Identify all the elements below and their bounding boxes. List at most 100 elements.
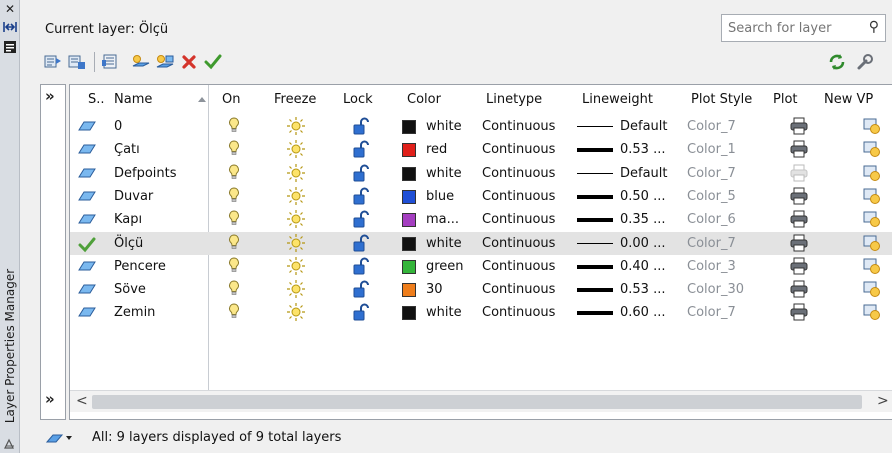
col-name[interactable]: Name: [114, 85, 152, 115]
set-current-icon[interactable]: [202, 52, 224, 72]
plot-printer-icon[interactable]: [789, 234, 808, 252]
refresh-icon[interactable]: [826, 52, 848, 72]
on-bulb-icon[interactable]: [228, 187, 246, 205]
layer-linetype[interactable]: Continuous: [482, 255, 555, 278]
on-bulb-icon[interactable]: [228, 140, 246, 158]
color-swatch[interactable]: [402, 283, 416, 298]
lock-open-icon[interactable]: [351, 164, 369, 182]
new-layer-vp-frozen-icon[interactable]: [154, 52, 176, 72]
freeze-sun-icon[interactable]: [286, 140, 305, 159]
no-plot-printer-icon[interactable]: [789, 164, 808, 182]
layer-name[interactable]: Zemin: [114, 301, 155, 324]
new-group-filter-icon[interactable]: [66, 52, 88, 72]
on-bulb-icon[interactable]: [228, 303, 246, 321]
col-status[interactable]: S..: [88, 85, 105, 115]
layer-name[interactable]: Defpoints: [114, 162, 177, 185]
color-swatch[interactable]: [402, 189, 416, 204]
plot-printer-icon[interactable]: [789, 117, 808, 135]
on-bulb-icon[interactable]: [228, 164, 246, 182]
color-swatch[interactable]: [402, 213, 416, 228]
freeze-sun-icon[interactable]: [286, 210, 305, 229]
lock-open-icon[interactable]: [351, 280, 369, 298]
search-layer-field[interactable]: ⚲: [721, 14, 886, 42]
layer-linetype[interactable]: Continuous: [482, 162, 555, 185]
layer-linetype[interactable]: Continuous: [482, 138, 555, 161]
on-bulb-icon[interactable]: [228, 210, 246, 228]
lock-open-icon[interactable]: [351, 140, 369, 158]
plot-printer-icon[interactable]: [789, 187, 808, 205]
lock-open-icon[interactable]: [351, 187, 369, 205]
freeze-sun-icon[interactable]: [286, 233, 305, 252]
on-bulb-icon[interactable]: [228, 117, 246, 135]
layer-lineweight[interactable]: 0.35 ...: [620, 208, 665, 231]
col-linetype[interactable]: Linetype: [486, 85, 542, 115]
plot-printer-icon[interactable]: [789, 210, 808, 228]
new-vp-freeze-icon[interactable]: [863, 257, 881, 275]
layer-row[interactable]: Defpoints white Continuous Default Color…: [70, 162, 892, 185]
layer-color[interactable]: white: [426, 301, 462, 324]
color-swatch[interactable]: [402, 259, 416, 274]
layer-name[interactable]: Ölçü: [114, 232, 143, 255]
new-vp-freeze-icon[interactable]: [863, 187, 881, 205]
palette-menu-icon[interactable]: [3, 436, 17, 450]
layer-linetype[interactable]: Continuous: [482, 278, 555, 301]
plot-printer-icon[interactable]: [789, 280, 808, 298]
new-vp-freeze-icon[interactable]: [863, 117, 881, 135]
color-swatch[interactable]: [402, 236, 416, 251]
layer-lineweight[interactable]: 0.53 ...: [620, 138, 665, 161]
col-plot[interactable]: Plot: [773, 85, 798, 115]
layer-linetype[interactable]: Continuous: [482, 301, 555, 324]
search-input[interactable]: [728, 20, 856, 36]
layer-name[interactable]: Pencere: [114, 255, 166, 278]
layer-lineweight[interactable]: Default: [620, 162, 668, 185]
col-new-vp-freeze[interactable]: New VP: [824, 85, 873, 115]
col-lineweight[interactable]: Lineweight: [582, 85, 653, 115]
layer-color[interactable]: ma...: [426, 208, 459, 231]
layer-name[interactable]: Söve: [114, 278, 146, 301]
layer-row[interactable]: 0 white Continuous Default Color_7: [70, 115, 892, 138]
new-layer-icon[interactable]: [130, 52, 152, 72]
plot-printer-icon[interactable]: [789, 303, 808, 321]
collapse-filter-tree-icon[interactable]: »: [45, 390, 55, 408]
on-bulb-icon[interactable]: [228, 233, 246, 252]
settings-icon[interactable]: [854, 52, 876, 72]
close-icon[interactable]: ✕: [3, 2, 17, 16]
layer-row[interactable]: Ölçü white Continuous 0.00 ... Color_7: [70, 231, 892, 255]
layer-row[interactable]: Duvar blue Continuous 0.50 ... Color_5: [70, 185, 892, 208]
freeze-sun-icon[interactable]: [286, 280, 305, 299]
freeze-sun-icon[interactable]: [286, 256, 305, 275]
layer-color[interactable]: white: [426, 115, 462, 138]
color-swatch[interactable]: [402, 166, 416, 181]
layer-lineweight[interactable]: 0.60 ...: [620, 301, 665, 324]
layer-states-manager-icon[interactable]: [99, 52, 121, 72]
layer-name[interactable]: 0: [114, 115, 122, 138]
layer-color[interactable]: white: [426, 232, 462, 255]
col-lock[interactable]: Lock: [343, 85, 373, 115]
freeze-sun-icon[interactable]: [286, 186, 305, 205]
layer-row[interactable]: Kapı ma... Continuous 0.35 ... Color_6: [70, 208, 892, 231]
freeze-sun-icon[interactable]: [286, 163, 305, 182]
lock-open-icon[interactable]: [351, 234, 369, 252]
layer-color[interactable]: blue: [426, 185, 454, 208]
layer-linetype[interactable]: Continuous: [482, 185, 555, 208]
layer-lineweight[interactable]: 0.53 ...: [620, 278, 665, 301]
scroll-right-icon[interactable]: >: [877, 393, 889, 409]
layer-name[interactable]: Çatı: [114, 138, 140, 161]
layer-name[interactable]: Kapı: [114, 208, 142, 231]
scroll-thumb[interactable]: [92, 395, 862, 409]
autohide-icon[interactable]: [3, 20, 17, 34]
layer-row[interactable]: Pencere green Continuous 0.40 ... Color_…: [70, 255, 892, 278]
layer-lineweight[interactable]: 0.40 ...: [620, 255, 665, 278]
col-color[interactable]: Color: [407, 85, 441, 115]
layer-row[interactable]: Zemin white Continuous 0.60 ... Color_7: [70, 301, 892, 324]
plot-printer-icon[interactable]: [789, 140, 808, 158]
lock-open-icon[interactable]: [351, 210, 369, 228]
layer-lineweight[interactable]: 0.00 ...: [620, 232, 665, 255]
new-vp-freeze-icon[interactable]: [863, 164, 881, 182]
lock-open-icon[interactable]: [351, 117, 369, 135]
properties-icon[interactable]: [3, 40, 17, 54]
col-freeze[interactable]: Freeze: [274, 85, 316, 115]
layer-linetype[interactable]: Continuous: [482, 232, 555, 255]
new-vp-freeze-icon[interactable]: [863, 140, 881, 158]
color-swatch[interactable]: [402, 306, 416, 321]
